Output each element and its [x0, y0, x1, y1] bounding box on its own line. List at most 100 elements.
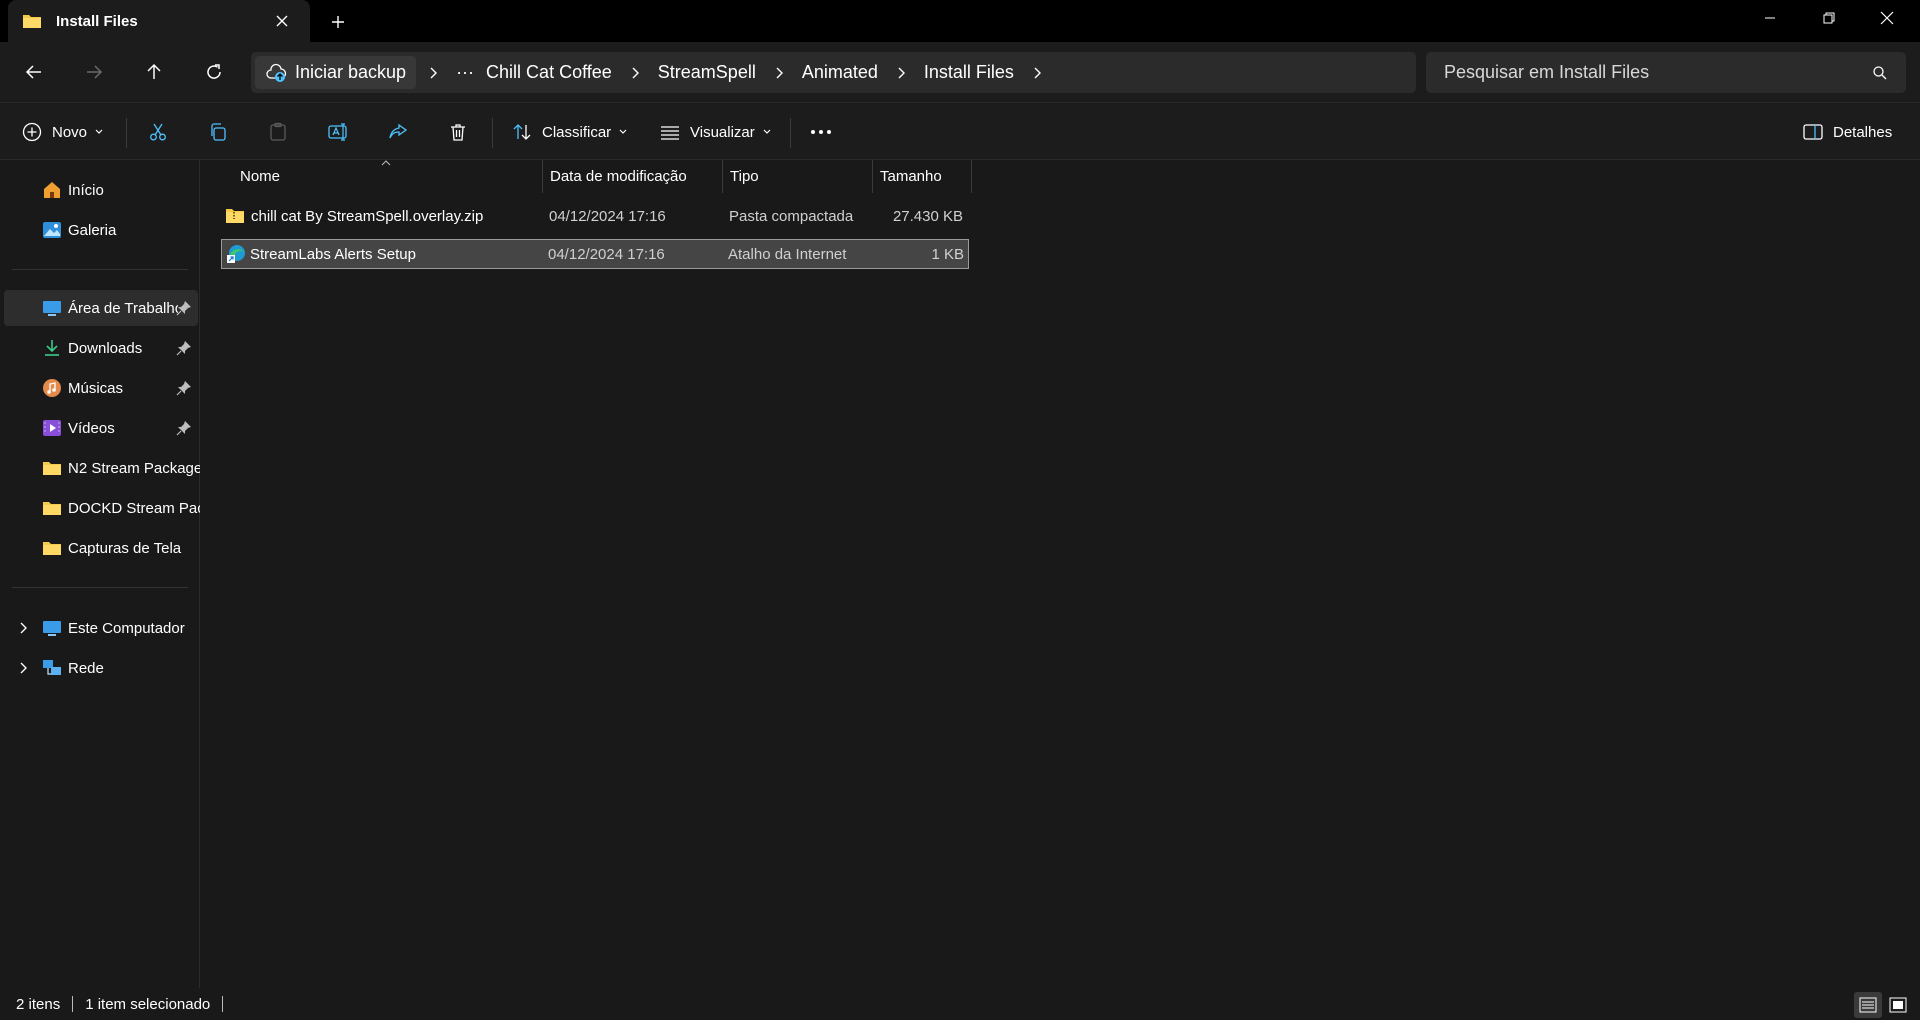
chevron-right-icon[interactable] [618, 56, 652, 89]
chevron-right-icon[interactable] [416, 56, 450, 89]
start-backup-label: Iniciar backup [295, 62, 407, 82]
zip-folder-icon [225, 206, 245, 226]
share-button[interactable] [388, 114, 408, 150]
tab-title: Install Files [56, 12, 138, 30]
sidebar-item-rede[interactable]: Rede [4, 650, 198, 686]
folder-icon [42, 538, 62, 558]
new-tab-plus-icon[interactable] [322, 8, 354, 36]
divider [12, 269, 188, 270]
view-button[interactable]: Visualizar [660, 114, 771, 150]
sidebar-item-videos[interactable]: Vídeos [4, 410, 198, 446]
status-bar: 2 itens 1 item selecionado [0, 988, 1920, 1020]
breadcrumb-streamspell[interactable]: StreamSpell [652, 56, 762, 89]
sidebar-item-downloads[interactable]: Downloads [4, 330, 198, 366]
chevron-down-icon [763, 129, 771, 135]
column-divider[interactable] [722, 160, 723, 193]
details-pane-icon [1803, 123, 1823, 141]
folder-icon [22, 11, 42, 31]
back-arrow-icon[interactable] [14, 52, 54, 92]
forward-arrow-icon[interactable] [74, 52, 114, 92]
address-row: Iniciar backup ··· Chill Cat Coffee Stre… [0, 42, 1920, 103]
sidebar-item-este-computador[interactable]: Este Computador [4, 610, 198, 646]
sidebar-item-capturas-de-tela[interactable]: Capturas de Tela [4, 530, 198, 566]
file-size: 1 KB [931, 245, 964, 263]
details-pane-button[interactable]: Detalhes [1803, 114, 1892, 150]
sort-button[interactable]: Classificar [512, 114, 627, 150]
divider [492, 118, 493, 148]
column-divider[interactable] [542, 160, 543, 193]
copy-button[interactable] [208, 114, 228, 150]
file-type: Atalho da Internet [728, 245, 847, 263]
breadcrumb-ellipsis[interactable]: ··· [450, 56, 480, 89]
large-icons-view-icon[interactable] [1884, 992, 1912, 1018]
column-divider[interactable] [971, 160, 972, 193]
refresh-icon[interactable] [194, 52, 234, 92]
chevron-right-icon[interactable] [16, 661, 30, 675]
search-input[interactable]: Pesquisar em Install Files [1426, 52, 1906, 93]
close-tab-icon[interactable] [262, 5, 302, 37]
file-modified: 04/12/2024 17:16 [548, 245, 665, 263]
breadcrumb-chill-cat-coffee[interactable]: Chill Cat Coffee [480, 56, 618, 89]
start-backup-button[interactable]: Iniciar backup [255, 56, 417, 89]
close-window-icon[interactable] [1858, 0, 1916, 36]
file-modified: 04/12/2024 17:16 [549, 207, 666, 225]
sort-icon [512, 122, 532, 142]
column-header-type[interactable]: Tipo [730, 160, 870, 193]
sidebar-item-galeria[interactable]: Galeria [4, 212, 198, 248]
restore-icon[interactable] [1800, 0, 1858, 36]
file-name: StreamLabs Alerts Setup [250, 245, 416, 263]
column-header-name[interactable]: Nome [240, 160, 540, 193]
chevron-right-icon[interactable] [1020, 56, 1054, 89]
paste-button[interactable] [268, 114, 288, 150]
network-icon [42, 658, 62, 678]
pin-icon[interactable] [176, 380, 192, 396]
delete-button[interactable] [448, 114, 468, 150]
rename-icon [328, 122, 350, 142]
chevron-right-icon[interactable] [884, 56, 918, 89]
file-name: chill cat By StreamSpell.overlay.zip [251, 207, 484, 225]
divider [222, 996, 224, 1012]
sidebar-item-musicas[interactable]: Músicas [4, 370, 198, 406]
paste-icon [268, 122, 288, 142]
chevron-down-icon [95, 129, 103, 135]
search-icon[interactable] [1872, 65, 1888, 81]
plus-circle-icon [22, 122, 42, 142]
file-list: Nome Data de modificação Tipo Tamanho ch… [201, 160, 1920, 988]
sidebar-item-label: Este Computador [68, 619, 185, 637]
minimize-icon[interactable] [1741, 0, 1799, 36]
pin-icon[interactable] [176, 420, 192, 436]
copy-icon [208, 122, 228, 142]
pin-icon[interactable] [176, 300, 192, 316]
sidebar-item-inicio[interactable]: Início [4, 172, 198, 208]
column-divider[interactable] [872, 160, 873, 193]
pin-icon[interactable] [176, 340, 192, 356]
folder-icon [42, 458, 62, 478]
search-placeholder: Pesquisar em Install Files [1444, 62, 1650, 82]
column-header-modified[interactable]: Data de modificação [550, 160, 720, 193]
chevron-right-icon[interactable] [16, 621, 30, 635]
rename-button[interactable] [328, 114, 350, 150]
trash-icon [448, 122, 468, 142]
view-label: Visualizar [690, 123, 755, 141]
sidebar-item-label: Capturas de Tela [68, 539, 182, 557]
breadcrumb[interactable]: Iniciar backup ··· Chill Cat Coffee Stre… [251, 52, 1416, 93]
sidebar-item-n2-stream-package[interactable]: N2 Stream Package [4, 450, 200, 486]
new-button[interactable]: Novo [22, 114, 103, 150]
column-header-size[interactable]: Tamanho [880, 160, 970, 193]
share-icon [388, 122, 408, 142]
tab-install-files[interactable]: Install Files [8, 0, 310, 42]
breadcrumb-animated[interactable]: Animated [796, 56, 884, 89]
more-options-button[interactable] [810, 114, 832, 150]
details-label: Detalhes [1833, 123, 1893, 141]
chevron-right-icon[interactable] [762, 56, 796, 89]
more-icon [810, 129, 832, 135]
up-arrow-icon[interactable] [134, 52, 174, 92]
details-view-icon[interactable] [1854, 992, 1882, 1018]
file-row-zip[interactable]: chill cat By StreamSpell.overlay.zip 04/… [221, 202, 969, 232]
file-row-streamlabs[interactable]: StreamLabs Alerts Setup 04/12/2024 17:16… [221, 239, 969, 269]
breadcrumb-install-files[interactable]: Install Files [918, 56, 1020, 89]
sidebar-item-area-de-trabalho[interactable]: Área de Trabalho [4, 290, 198, 326]
divider [126, 118, 127, 148]
cut-button[interactable] [148, 114, 168, 150]
sidebar-item-dockd-stream-package[interactable]: DOCKD Stream Package [4, 490, 200, 526]
